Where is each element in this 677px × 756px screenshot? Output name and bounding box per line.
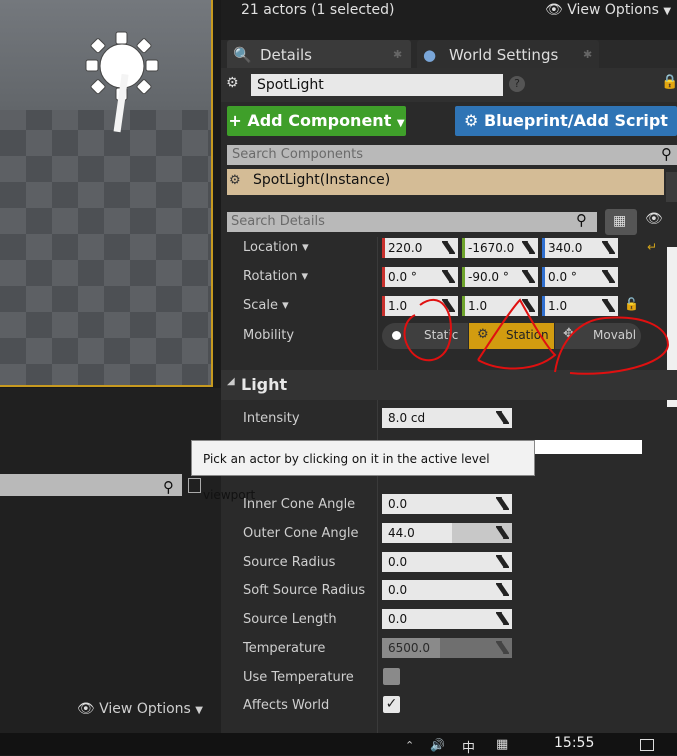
rotation-z-field[interactable]: 0.0 °: [542, 267, 618, 287]
scale-y-field[interactable]: 1.0: [462, 296, 538, 316]
temperature-field: 6500.0: [382, 638, 512, 658]
clock[interactable]: 15:55: [554, 735, 594, 751]
location-x-field[interactable]: 220.0: [382, 238, 458, 258]
tab-close-icon[interactable]: ✱: [583, 42, 592, 68]
scrollbar[interactable]: [666, 172, 677, 202]
inner-cone-angle-label: Inner Cone Angle: [243, 497, 356, 512]
spotlight-icon: ⚙: [229, 173, 241, 188]
rotation-x-field[interactable]: 0.0 °: [382, 267, 458, 287]
affects-world-label: Affects World: [243, 698, 330, 713]
source-length-label: Source Length: [243, 612, 337, 627]
notification-icon[interactable]: [640, 739, 654, 751]
property-divider: [377, 237, 378, 733]
use-temperature-checkbox[interactable]: [383, 668, 400, 685]
eye-icon: 👁: [545, 2, 563, 18]
level-viewport[interactable]: [0, 0, 213, 387]
eye-icon[interactable]: 👁: [645, 211, 663, 227]
outer-cone-angle-field[interactable]: 44.0: [382, 523, 512, 543]
gears-icon: ⚙: [464, 111, 479, 130]
mobility-static-option[interactable]: Static: [382, 323, 468, 349]
spotlight-icon: ⚙: [226, 75, 239, 91]
source-radius-field[interactable]: 0.0: [382, 552, 512, 572]
chevron-down-icon: ▼: [396, 118, 405, 129]
source-length-field[interactable]: 0.0: [382, 609, 512, 629]
add-component-button[interactable]: + Add Component ▼: [227, 106, 406, 136]
temperature-label: Temperature: [243, 641, 326, 656]
static-icon: [392, 331, 401, 340]
actor-name-input[interactable]: SpotLight: [251, 74, 503, 96]
plus-icon: +: [228, 111, 242, 130]
rotation-y-field[interactable]: -90.0 °: [462, 267, 538, 287]
view-options-button[interactable]: 👁 View Options ▼: [545, 2, 671, 18]
help-icon[interactable]: ?: [509, 76, 525, 92]
globe-icon: ●: [423, 46, 437, 64]
tab-close-icon[interactable]: ✱: [393, 42, 402, 68]
picker-tooltip: Pick an actor by clicking on it in the a…: [191, 440, 535, 502]
scale-z-field[interactable]: 1.0: [542, 296, 618, 316]
scale-label: Scale ▾: [243, 298, 289, 313]
scale-x-field[interactable]: 1.0: [382, 296, 458, 316]
location-z-field[interactable]: 340.0: [542, 238, 618, 258]
tab-world-settings-label: World Settings: [449, 46, 559, 64]
blueprint-button[interactable]: ⚙ Blueprint/Add Script: [455, 106, 677, 136]
chevron-down-icon: ▼: [663, 6, 672, 17]
search-icon[interactable]: ⚲: [163, 478, 174, 496]
intensity-field[interactable]: 8.0 cd: [382, 408, 512, 428]
left-panel: ⚲ 👁 View Options ▼: [0, 388, 221, 733]
location-label: Location ▾: [243, 240, 309, 255]
left-view-options[interactable]: 👁 View Options ▼: [77, 701, 203, 717]
stationary-icon: ⚙: [477, 327, 489, 342]
soft-source-radius-field[interactable]: 0.0: [382, 580, 512, 600]
light-section-title: Light: [241, 375, 288, 394]
search-icon: ⚲: [576, 211, 587, 229]
spotlight-actor-icon[interactable]: [76, 30, 176, 140]
mobility-stationary-option[interactable]: ⚙ Station: [469, 323, 554, 349]
search-icon: ⚲: [661, 145, 672, 163]
details-panel: 21 actors (1 selected) 👁 View Options ▼ …: [221, 0, 677, 733]
mobility-label: Mobility: [243, 328, 295, 343]
tab-details-label: Details: [260, 46, 313, 64]
left-search-input[interactable]: [0, 474, 182, 496]
volume-icon[interactable]: 🔊: [430, 738, 445, 752]
outer-cone-angle-label: Outer Cone Angle: [243, 526, 359, 541]
source-radius-label: Source Radius: [243, 555, 336, 570]
move-icon: ✥: [563, 326, 575, 342]
inner-cone-angle-field[interactable]: 0.0: [382, 494, 512, 514]
taskbar: ⌃ 🔊 中 ▦ 15:55: [0, 733, 677, 756]
lock-icon[interactable]: 🔓: [624, 297, 639, 311]
grid-icon: ▦: [613, 213, 627, 229]
eye-icon: 👁: [76, 701, 95, 717]
location-y-field[interactable]: -1670.0: [462, 238, 538, 258]
collapse-arrow-icon: ◢: [227, 376, 235, 387]
affects-world-checkbox[interactable]: ✓: [383, 696, 400, 713]
chevron-up-icon[interactable]: ⌃: [405, 739, 414, 752]
mobility-movable-option[interactable]: ✥ Movabl: [555, 323, 641, 349]
chevron-down-icon: ▼: [195, 705, 203, 716]
use-temperature-label: Use Temperature: [243, 670, 354, 685]
outliner-header: 21 actors (1 selected) 👁 View Options ▼: [221, 0, 677, 40]
tab-details[interactable]: [227, 40, 411, 68]
rotation-label: Rotation ▾: [243, 269, 309, 284]
search-components-input[interactable]: Search Components: [227, 145, 677, 165]
reset-icon[interactable]: ↵: [647, 240, 657, 254]
search-details-input[interactable]: Search Details: [227, 212, 597, 232]
light-section-header[interactable]: [221, 370, 677, 400]
keyboard-icon[interactable]: ▦: [496, 737, 508, 752]
intensity-label: Intensity: [243, 411, 300, 426]
ime-indicator[interactable]: 中: [462, 737, 475, 756]
actor-count: 21 actors (1 selected): [241, 2, 395, 18]
lock-icon[interactable]: 🔒: [661, 74, 677, 90]
component-instance-label: SpotLight(Instance): [253, 172, 391, 188]
details-tab-icon: 🔍: [233, 46, 252, 64]
soft-source-radius-label: Soft Source Radius: [243, 583, 366, 598]
save-icon[interactable]: [188, 478, 201, 493]
